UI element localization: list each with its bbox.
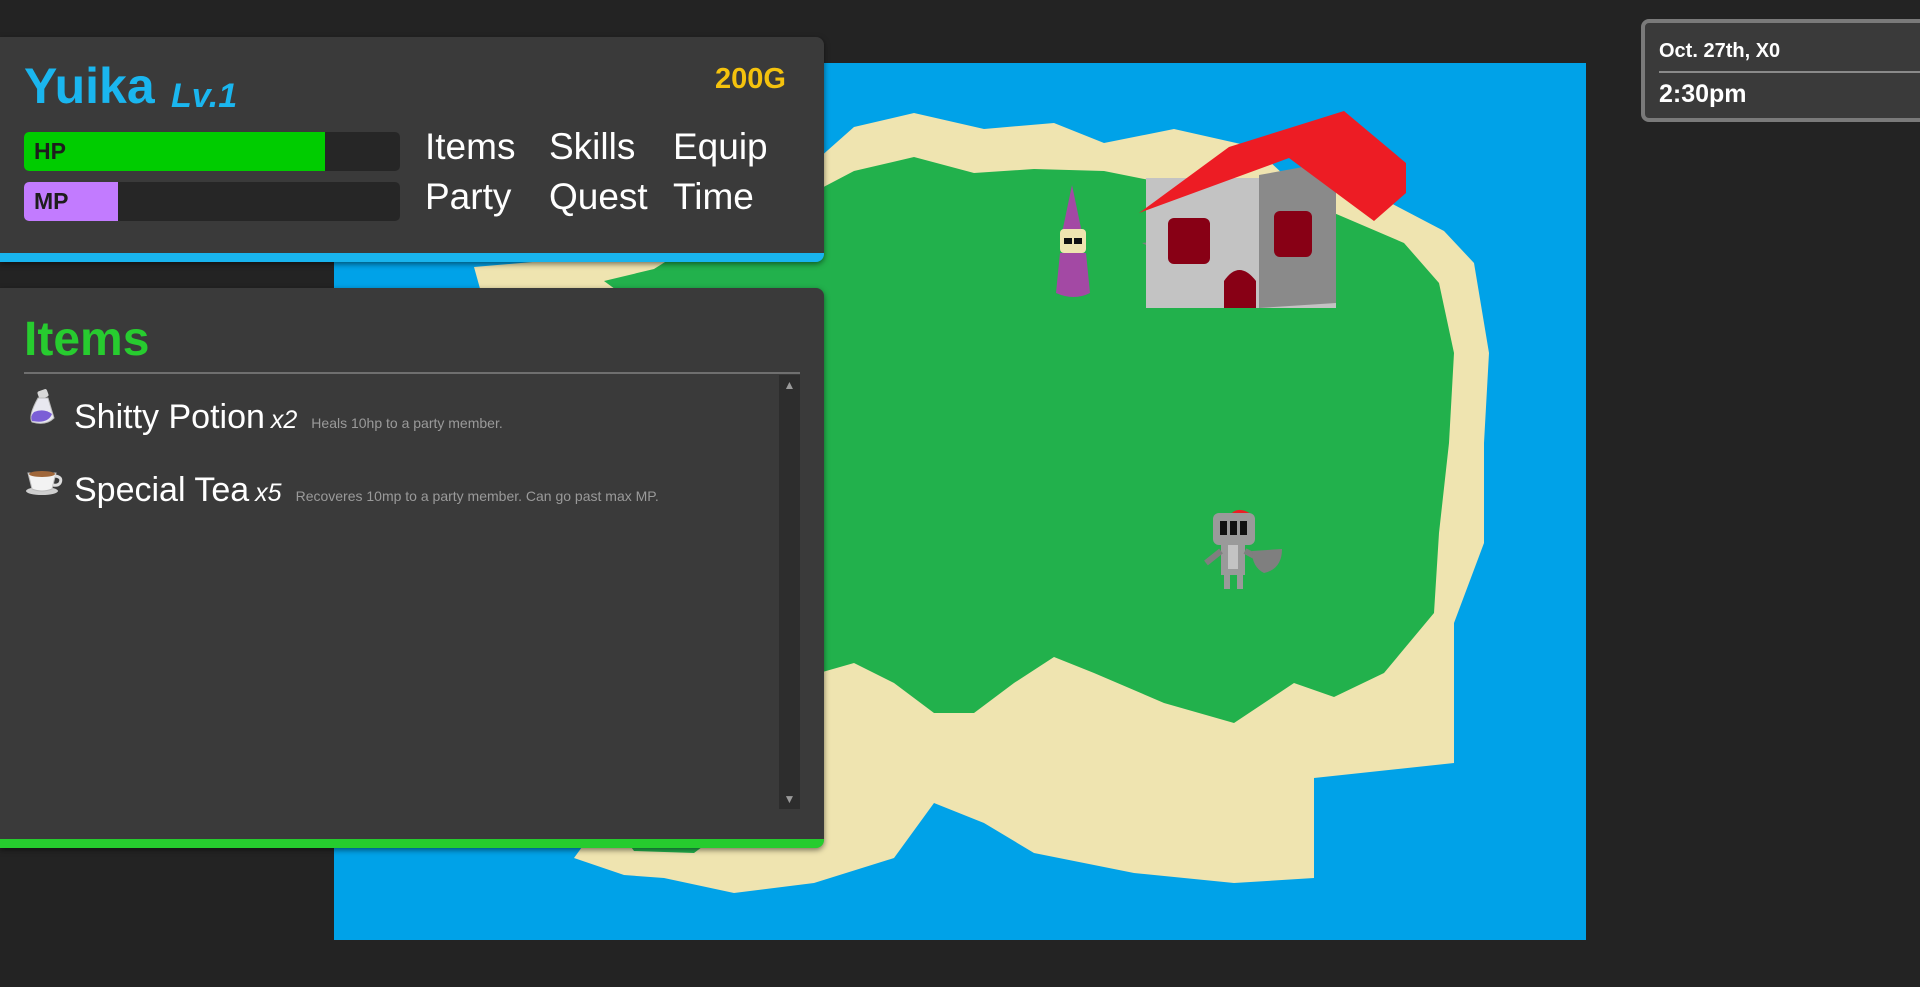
items-divider bbox=[24, 372, 800, 374]
item-text: Special Tea x5 Recoveres 10mp to a party m… bbox=[74, 473, 659, 507]
menu-equip[interactable]: Equip bbox=[673, 128, 797, 166]
scroll-up-icon[interactable]: ▲ bbox=[779, 375, 800, 395]
menu-skills[interactable]: Skills bbox=[549, 128, 673, 166]
menu-time[interactable]: Time bbox=[673, 178, 797, 216]
item-name: Shitty Potion bbox=[74, 398, 265, 436]
gold-amount: 200G bbox=[715, 63, 786, 95]
teacup-icon bbox=[26, 471, 63, 495]
hp-bar-fill bbox=[24, 132, 325, 171]
mp-label: MP bbox=[34, 188, 69, 214]
item-description: Heals 10hp to a party member. bbox=[311, 415, 503, 431]
character-level: Lv.1 bbox=[171, 77, 238, 115]
scroll-down-icon[interactable]: ▼ bbox=[779, 789, 800, 809]
item-description: Recoveres 10mp to a party member. Can go… bbox=[295, 488, 659, 504]
hp-label: HP bbox=[34, 138, 66, 164]
menu-party[interactable]: Party bbox=[425, 178, 549, 216]
items-title: Items bbox=[24, 313, 150, 366]
item-quantity: x5 bbox=[255, 479, 282, 507]
menu-items[interactable]: Items bbox=[425, 128, 549, 166]
item-name: Special Tea bbox=[74, 471, 250, 509]
character-name: Yuika bbox=[24, 58, 155, 114]
menu-quest[interactable]: Quest bbox=[549, 178, 673, 216]
hp-bar: HP bbox=[24, 132, 400, 171]
items-panel: Items Shitty Potion x2 Heals 10hp to a par… bbox=[0, 288, 824, 848]
item-quantity: x2 bbox=[270, 406, 298, 434]
status-panel: Yuika Lv.1 200G HP MP Items Skills Equip… bbox=[0, 37, 824, 262]
main-menu: Items Skills Equip Party Quest Time bbox=[425, 128, 797, 216]
items-list: Shitty Potion x2 Heals 10hp to a party mem… bbox=[24, 384, 774, 530]
list-item[interactable]: Shitty Potion x2 Heals 10hp to a party mem… bbox=[24, 384, 774, 457]
items-scrollbar[interactable]: ▲ ▼ bbox=[779, 375, 800, 809]
clock-date: Oct. 27th, X0 bbox=[1659, 40, 1781, 62]
clock-time: 2:30pm bbox=[1659, 80, 1747, 108]
item-text: Shitty Potion x2 Heals 10hp to a party mem… bbox=[74, 400, 503, 434]
list-item[interactable]: Special Tea x5 Recoveres 10mp to a party m… bbox=[24, 457, 774, 530]
clock-panel: Oct. 27th, X0 2:30pm bbox=[1641, 19, 1920, 122]
potion-icon bbox=[30, 389, 55, 424]
mp-bar: MP bbox=[24, 182, 400, 221]
clock-divider bbox=[1659, 71, 1920, 73]
